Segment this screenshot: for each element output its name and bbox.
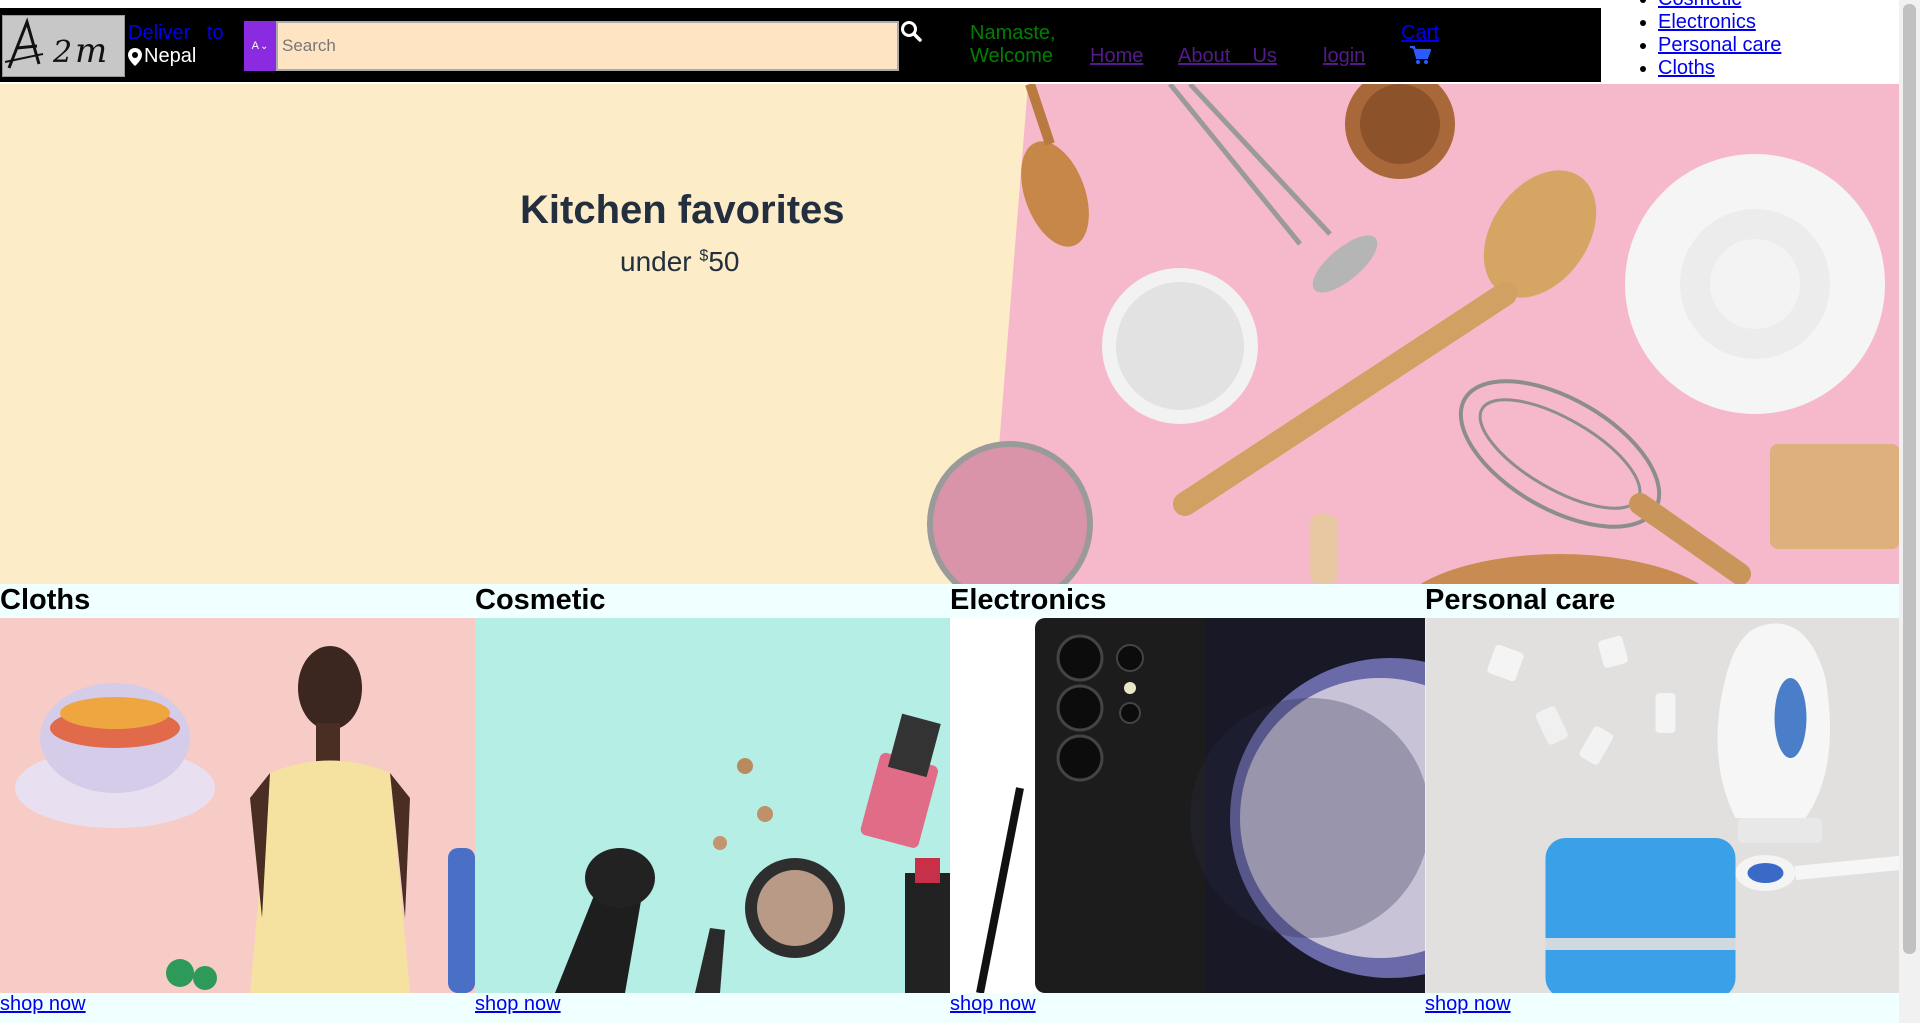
chevron-down-icon: ⌄ (259, 40, 269, 52)
shop-now-link[interactable]: shop now (1425, 992, 1511, 1016)
cart-link[interactable]: Cart (1400, 22, 1440, 45)
hero-currency: $ (699, 247, 709, 265)
hero-banner[interactable]: Kitchen favorites under $50 (0, 84, 1899, 584)
page-scrollbar[interactable] (1899, 0, 1920, 1023)
category-card-electronics: Electronics shop now (950, 584, 1425, 1023)
card-title: Personal care (1425, 584, 1616, 616)
hero-subtitle: under $50 (620, 246, 739, 278)
svg-text:m: m (75, 31, 107, 71)
location-pin-icon (128, 47, 142, 66)
greeting-line1: Namaste, (970, 22, 1056, 44)
logo-mark: 2 m (4, 17, 107, 71)
nav-login-link[interactable]: login (1323, 44, 1365, 68)
category-list-item: Cloths (1658, 57, 1781, 80)
scrollbar-thumb[interactable] (1903, 4, 1916, 954)
category-list-item: Cosmetic (1658, 0, 1781, 11)
cosmetic-image[interactable] (475, 618, 950, 993)
navbar: 2 m Deliver to Nepal A ⌄ Namaste, Welcom… (0, 8, 1601, 82)
search-category-select[interactable]: A ⌄ (244, 21, 276, 71)
kitchen-utensils-image (927, 84, 1899, 584)
category-card-cloths: Cloths shop now (0, 584, 475, 1023)
search-icon (901, 21, 922, 42)
shop-now-link[interactable]: shop now (475, 992, 561, 1016)
category-link-electronics[interactable]: Electronics (1658, 11, 1756, 33)
greeting-line2: Welcome (970, 45, 1053, 67)
deliver-location: Nepal (128, 45, 238, 68)
cart-icon[interactable] (1409, 45, 1432, 65)
shop-now-link[interactable]: shop now (0, 992, 86, 1016)
category-list: Cosmetic Electronics Personal care Cloth… (1640, 0, 1781, 80)
site-logo[interactable]: 2 m (2, 15, 125, 77)
hero-subtitle-prefix: under (620, 246, 700, 277)
hero-price: 50 (708, 246, 740, 277)
category-card-cosmetic: Cosmetic shop now (475, 584, 950, 1023)
personal-care-image[interactable] (1425, 618, 1900, 993)
category-cards: Cloths shop now Cosmetic shop now Electr… (0, 584, 1900, 1023)
hero-title: Kitchen favorites (520, 188, 845, 232)
category-link-cloths[interactable]: Cloths (1658, 57, 1715, 79)
electronics-image[interactable] (950, 618, 1425, 993)
select-value: A (251, 40, 259, 52)
card-title: Cosmetic (475, 584, 606, 616)
category-list-item: Electronics (1658, 11, 1781, 34)
deliver-label: Deliver to (128, 22, 224, 44)
location-text: Nepal (144, 45, 197, 67)
nav-home-link[interactable]: Home (1090, 44, 1143, 68)
search-input[interactable] (276, 21, 899, 71)
search-button[interactable] (900, 20, 922, 42)
greeting: Namaste, Welcome (970, 22, 1056, 68)
category-link-personal-care[interactable]: Personal care (1658, 34, 1781, 56)
svg-text:2: 2 (52, 35, 72, 70)
shop-now-link[interactable]: shop now (950, 992, 1036, 1016)
category-card-personal-care: Personal care shop now (1425, 584, 1900, 1023)
deliver-to[interactable]: Deliver to Nepal (128, 22, 238, 68)
category-link-cosmetic[interactable]: Cosmetic (1658, 0, 1741, 10)
cloths-image[interactable] (0, 618, 475, 993)
nav-about-link[interactable]: About Us (1178, 44, 1277, 68)
cart[interactable]: Cart (1400, 22, 1440, 70)
card-title: Cloths (0, 584, 91, 616)
card-title: Electronics (950, 584, 1107, 616)
category-list-item: Personal care (1658, 34, 1781, 57)
